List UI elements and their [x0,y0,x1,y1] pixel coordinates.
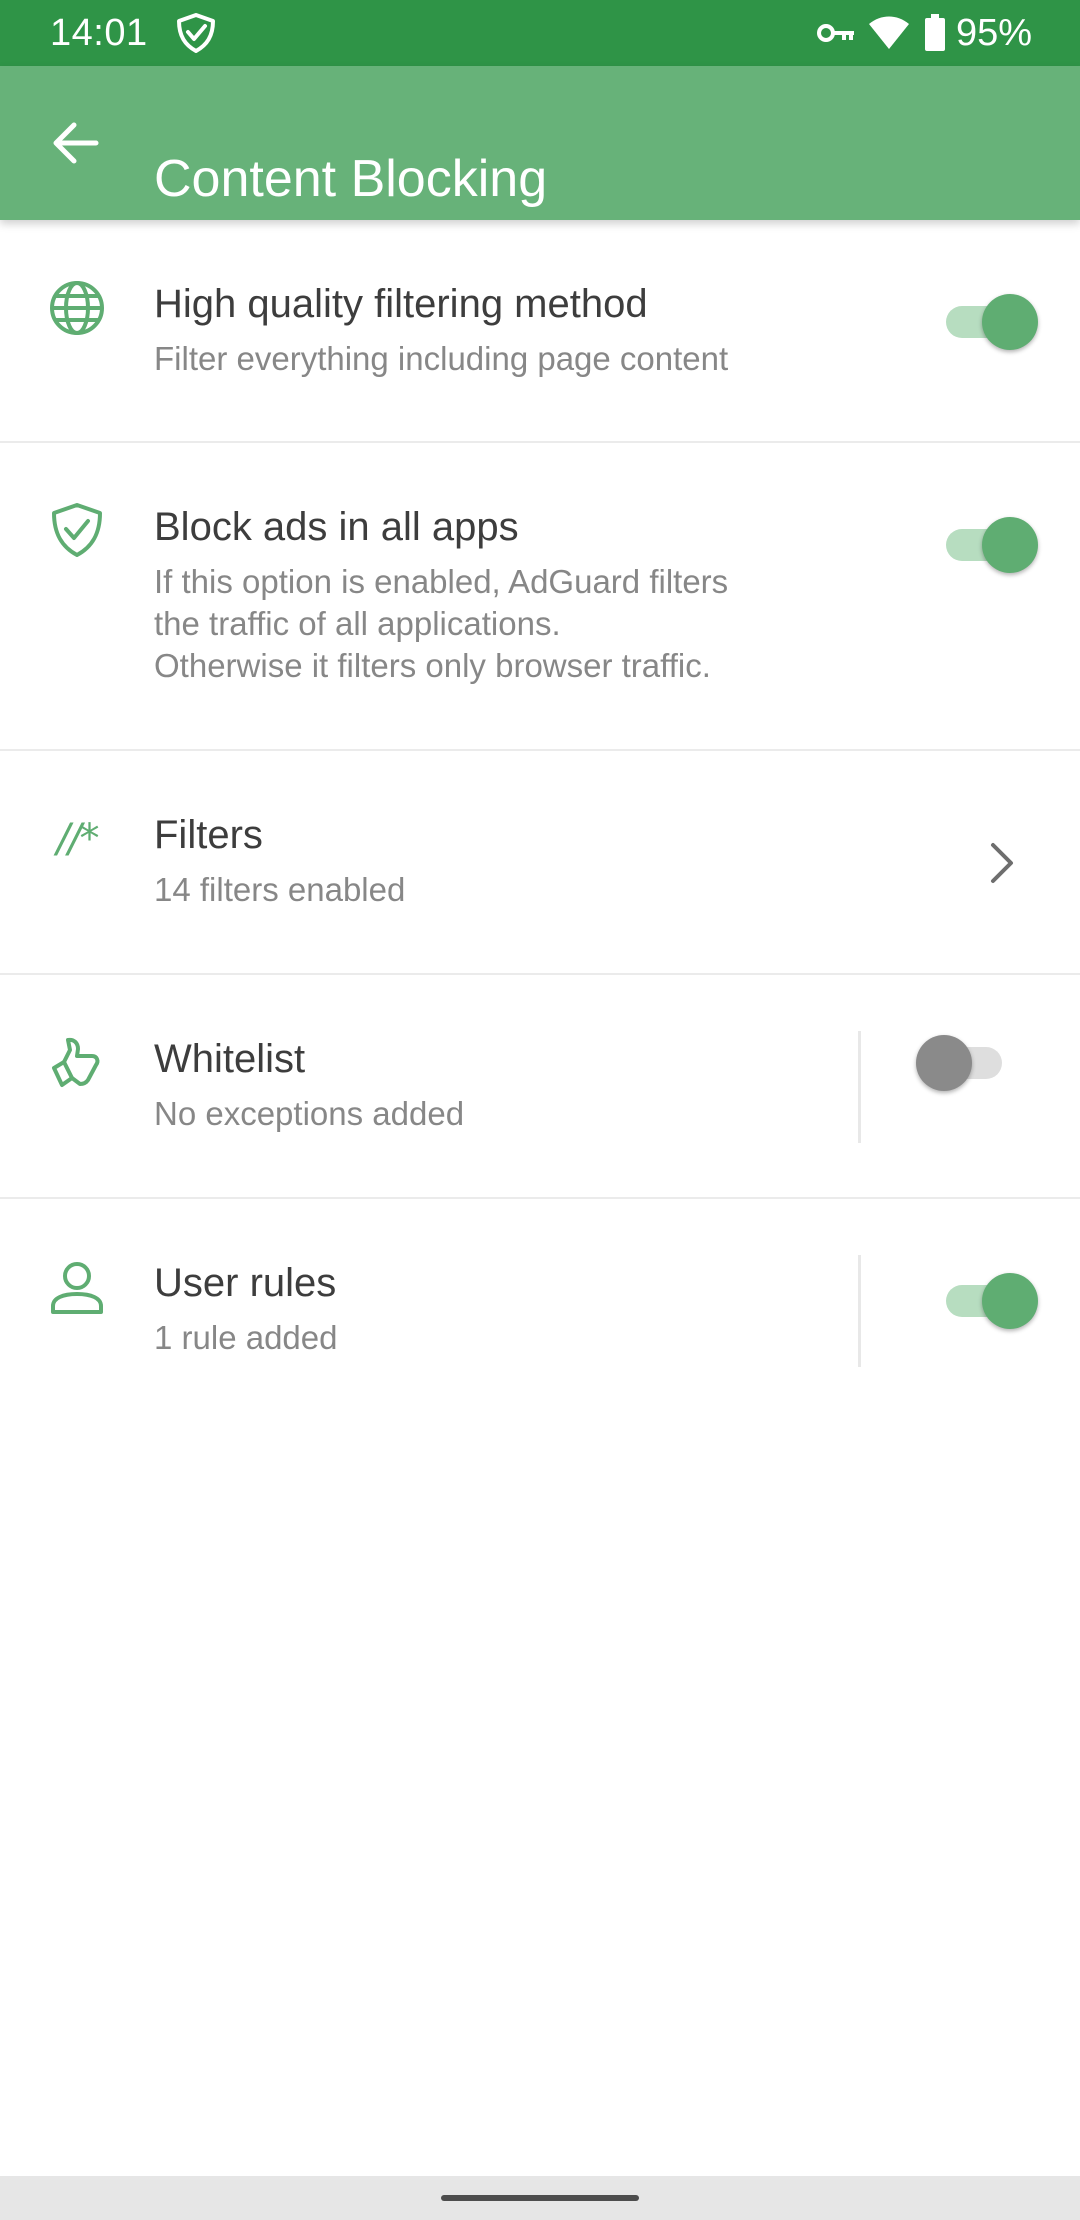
setting-text: Whitelist No exceptions added [154,1035,814,1135]
battery-icon [924,14,946,52]
setting-block-ads-all-apps[interactable]: Block ads in all apps If this option is … [0,443,1080,751]
status-icons: 95% [816,10,1032,56]
page-title: Content Blocking [154,149,548,208]
setting-title: Filters [154,813,263,857]
setting-title: High quality filtering method [154,282,648,326]
setting-text: Filters 14 filters enabled [154,811,814,911]
toggle-thumb [982,294,1038,350]
setting-high-quality-filtering[interactable]: High quality filtering method Filter eve… [0,220,1080,443]
subtitle-line: 1 rule added [154,1319,338,1356]
system-nav-bar [0,2176,1080,2220]
setting-title: Whitelist [154,1037,306,1081]
setting-subtitle: 1 rule added [154,1317,814,1359]
setting-whitelist[interactable]: Whitelist No exceptions added [0,975,1080,1199]
user-icon [46,1256,108,1318]
vpn-key-icon [816,20,856,46]
vertical-divider [858,1255,861,1367]
settings-list: High quality filtering method Filter eve… [0,220,1080,1423]
back-button[interactable] [36,105,116,185]
globe-icon [46,277,108,339]
setting-text: Block ads in all apps If this option is … [154,503,814,687]
setting-filters[interactable]: //* Filters 14 filters enabled [0,751,1080,975]
subtitle-line: Otherwise it filters only browser traffi… [154,647,711,684]
battery-percent: 95% [955,12,1032,54]
high-quality-filtering-toggle[interactable] [938,288,1038,350]
subtitle-line: If this option is enabled, AdGuard filte… [154,563,729,600]
setting-subtitle: Filter everything including page content [154,338,814,380]
setting-subtitle: No exceptions added [154,1093,814,1135]
subtitle-line: No exceptions added [154,1095,465,1132]
subtitle-line: the traffic of all applications. [154,605,561,642]
vertical-divider [858,1031,861,1143]
setting-subtitle: If this option is enabled, AdGuard filte… [154,561,814,687]
block-ads-all-apps-toggle[interactable] [938,511,1038,573]
setting-title: User rules [154,1261,337,1305]
wifi-icon [868,16,910,50]
status-bar: 14:01 95% [0,0,1080,66]
shield-check-icon [174,12,218,54]
status-time: 14:01 [50,12,148,54]
home-gesture-handle[interactable] [441,2195,639,2201]
setting-user-rules[interactable]: User rules 1 rule added [0,1199,1080,1423]
thumbs-up-icon [46,1032,108,1094]
setting-title: Block ads in all apps [154,505,519,549]
filter-rules-icon: //* [46,808,108,870]
app-bar: Content Blocking [0,66,1080,220]
shield-check-icon [46,499,108,561]
toggle-thumb [982,1273,1038,1329]
filter-rules-glyph: //* [56,816,100,862]
setting-text: User rules 1 rule added [154,1259,814,1359]
subtitle-line: 14 filters enabled [154,871,406,908]
subtitle-line: Filter everything including page content [154,340,729,377]
toggle-thumb [916,1035,972,1091]
user-rules-toggle[interactable] [938,1267,1038,1329]
setting-subtitle: 14 filters enabled [154,869,814,911]
toggle-thumb [982,517,1038,573]
whitelist-toggle[interactable] [916,1029,1014,1091]
arrow-left-icon [52,121,100,170]
setting-text: High quality filtering method Filter eve… [154,280,814,380]
chevron-right-icon [980,833,1024,893]
